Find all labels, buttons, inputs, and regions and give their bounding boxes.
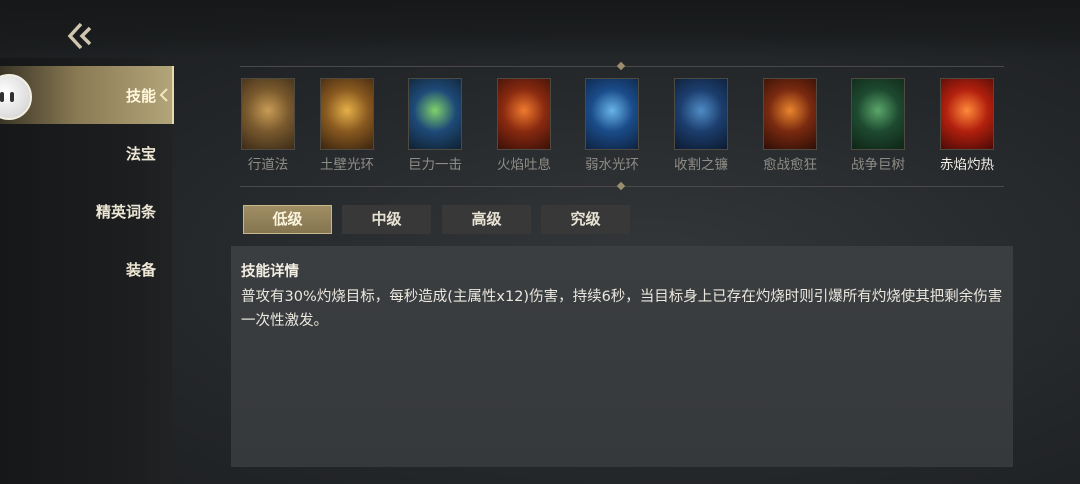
divider-ornament <box>616 181 626 191</box>
war-tree-icon <box>851 78 905 150</box>
skill-name: 赤焰灼热 <box>940 157 994 173</box>
skill-name: 战争巨树 <box>851 157 905 173</box>
back-arrow-icon <box>67 22 92 50</box>
tab-ultimate-tier[interactable]: 究级 <box>541 205 630 234</box>
skill-item[interactable]: 巨力一击 <box>399 78 471 173</box>
skill-name: 行道法 <box>247 157 289 173</box>
skill-name: 收割之镰 <box>674 157 728 173</box>
earth-ring-icon <box>320 78 374 150</box>
sidebar-item-skills[interactable]: 技能 <box>0 66 174 124</box>
skill-item[interactable]: 收割之镰 <box>665 78 737 173</box>
skill-name: 愈战愈狂 <box>763 157 817 173</box>
scythe-icon <box>674 78 728 150</box>
skill-name: 土壁光环 <box>320 157 374 173</box>
green-strike-icon <box>408 78 462 150</box>
skill-detail-panel: 技能详情 普攻有30%灼烧目标，每秒造成(主属性x12)伤害，持续6秒，当目标身… <box>231 246 1013 467</box>
back-button[interactable] <box>66 20 100 52</box>
skill-name: 弱水光环 <box>585 157 639 173</box>
skill-name: 巨力一击 <box>408 157 462 173</box>
detail-title: 技能详情 <box>241 264 299 280</box>
top-bar <box>0 0 1080 58</box>
skill-item[interactable]: 弱水光环 <box>576 78 648 173</box>
golden-figure-icon <box>241 78 295 150</box>
water-ring-icon <box>585 78 639 150</box>
skill-item[interactable]: 行道法 <box>232 78 304 173</box>
sidebar-item-equipment[interactable]: 装备 <box>0 240 172 298</box>
detail-description: 普攻有30%灼烧目标，每秒造成(主属性x12)伤害，持续6秒，当目标身上已存在灼… <box>241 289 1003 329</box>
skill-item-selected[interactable]: 赤焰灼热 <box>931 78 1003 173</box>
sidebar: 技能 法宝 精英词条 装备 <box>0 58 174 484</box>
tab-mid-tier[interactable]: 中级 <box>342 205 431 234</box>
fire-dragon-icon <box>940 78 994 150</box>
skill-name: 火焰吐息 <box>497 157 551 173</box>
skill-item[interactable]: 火焰吐息 <box>488 78 560 173</box>
fire-breath-icon <box>497 78 551 150</box>
chevron-left-icon <box>159 88 168 102</box>
avatar <box>0 74 32 120</box>
sidebar-item-treasures[interactable]: 法宝 <box>0 124 172 182</box>
sidebar-item-label: 法宝 <box>125 145 156 163</box>
tab-high-tier[interactable]: 高级 <box>442 205 531 234</box>
skill-item[interactable]: 土壁光环 <box>311 78 383 173</box>
sidebar-item-elite-affixes[interactable]: 精英词条 <box>0 182 172 240</box>
tab-low-tier[interactable]: 低级 <box>243 205 332 234</box>
sidebar-item-label: 技能 <box>125 87 156 105</box>
skill-item[interactable]: 战争巨树 <box>842 78 914 173</box>
skill-item[interactable]: 愈战愈狂 <box>754 78 826 173</box>
divider-ornament <box>616 61 626 71</box>
sidebar-item-label: 精英词条 <box>95 203 156 221</box>
sidebar-item-label: 装备 <box>125 261 156 279</box>
berserk-icon <box>763 78 817 150</box>
